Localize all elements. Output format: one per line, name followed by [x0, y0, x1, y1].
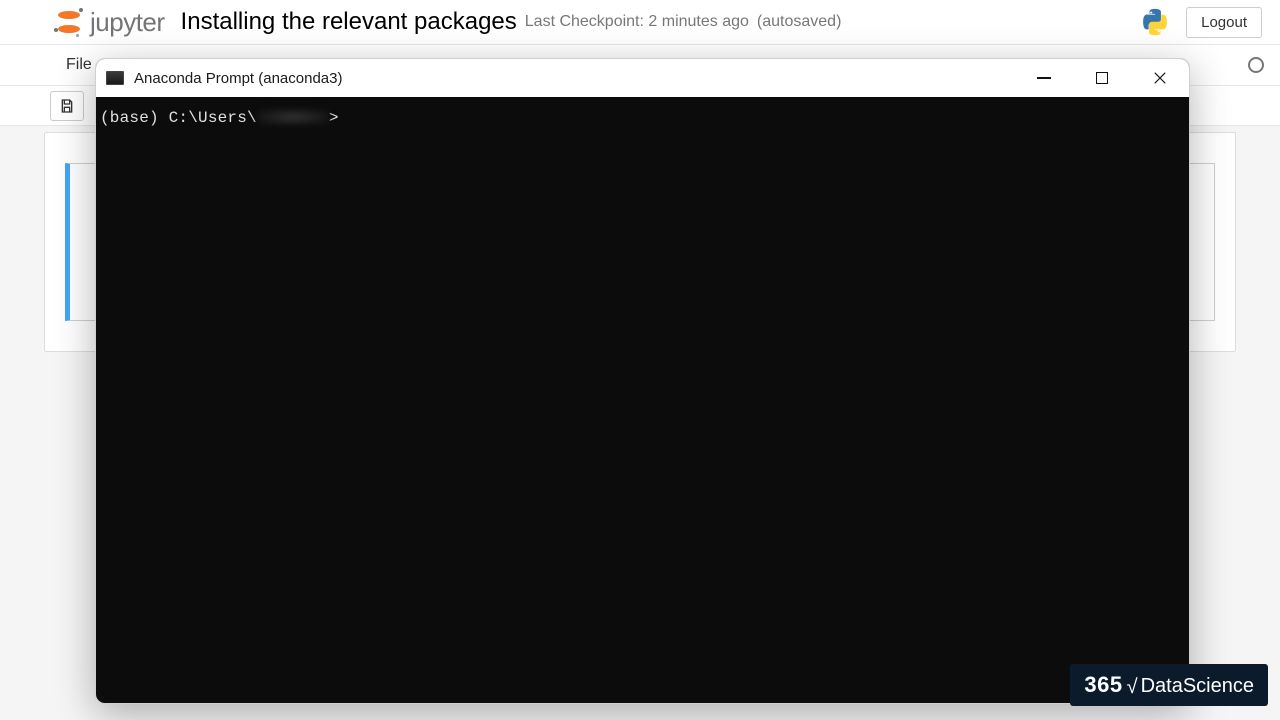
prompt-suffix: > [329, 109, 339, 127]
anaconda-prompt-window: Anaconda Prompt (anaconda3) (base) C:\Us… [95, 58, 1190, 704]
save-icon [59, 98, 75, 114]
minimize-icon [1037, 77, 1051, 79]
redacted-username [257, 109, 329, 125]
jupyter-logo-text: jupyter [90, 7, 165, 38]
jupyter-logo-icon [56, 9, 82, 35]
notebook-title[interactable]: Installing the relevant packages [181, 8, 517, 36]
terminal-app-icon [106, 71, 124, 85]
close-button[interactable] [1131, 59, 1189, 97]
badge-label: DataScience [1141, 675, 1254, 698]
checkpoint-text: Last Checkpoint: 2 minutes ago [525, 13, 749, 31]
close-icon [1153, 71, 1167, 85]
prompt-prefix: (base) C:\Users\ [100, 109, 257, 127]
save-button[interactable] [50, 91, 84, 121]
window-titlebar[interactable]: Anaconda Prompt (anaconda3) [96, 59, 1189, 97]
badge-365: 365 [1084, 672, 1122, 698]
jupyter-header: jupyter Installing the relevant packages… [0, 0, 1280, 44]
autosaved-text: (autosaved) [757, 13, 842, 31]
kernel-idle-icon[interactable] [1248, 57, 1264, 73]
minimize-button[interactable] [1015, 59, 1073, 97]
window-controls [1015, 59, 1189, 97]
maximize-button[interactable] [1073, 59, 1131, 97]
terminal-body[interactable]: (base) C:\Users\ > [96, 97, 1189, 127]
radical-icon: √ [1127, 676, 1138, 699]
maximize-icon [1096, 72, 1108, 84]
jupyter-logo[interactable]: jupyter [56, 7, 165, 38]
logout-button[interactable]: Logout [1186, 7, 1262, 38]
datascience-badge: 365 √ DataScience [1070, 664, 1268, 706]
python-kernel-icon[interactable] [1140, 7, 1170, 37]
window-title: Anaconda Prompt (anaconda3) [134, 70, 342, 87]
